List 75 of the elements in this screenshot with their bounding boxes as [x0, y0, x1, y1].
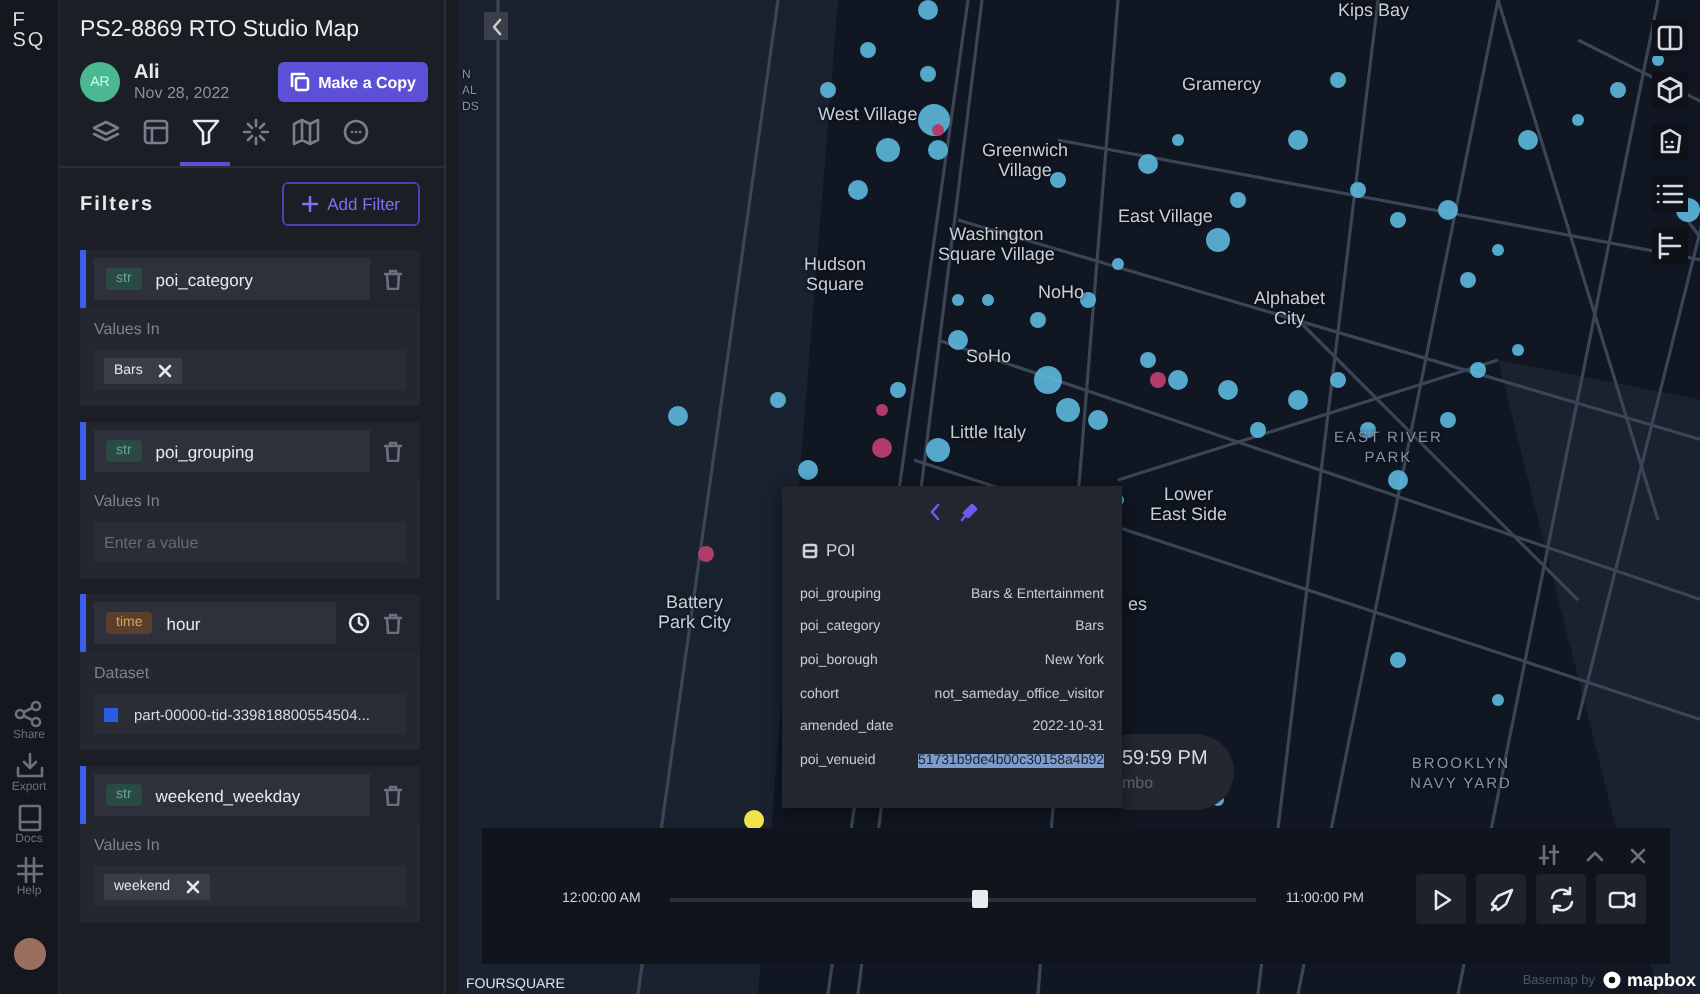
- overlay-text: mbo: [1122, 774, 1156, 792]
- mapbox-text: mapbox: [1626, 970, 1696, 990]
- map-tool-button[interactable]: [1652, 72, 1688, 108]
- filter-icon: [191, 118, 219, 146]
- sliders-icon[interactable]: [1538, 844, 1560, 866]
- chat-icon: [341, 118, 369, 146]
- plus-icon: [301, 196, 318, 212]
- map-tool-button[interactable]: [1652, 228, 1688, 264]
- date-text: Nov 28, 2022: [134, 84, 232, 102]
- field-label: Dataset: [94, 664, 152, 682]
- map-label: NoHo: [1038, 282, 1085, 302]
- map-label: Gramercy: [1182, 74, 1262, 94]
- overlay-time: 59:59 PM: [1122, 748, 1210, 770]
- map-tool-button[interactable]: [1652, 176, 1688, 212]
- download-icon: [15, 752, 43, 780]
- map-tool-button[interactable]: [1652, 20, 1688, 56]
- map-label: Alphabet City: [1254, 288, 1326, 328]
- field-label: Values In: [94, 492, 162, 510]
- trash-icon[interactable]: [382, 784, 404, 806]
- trash-icon[interactable]: [382, 440, 404, 462]
- bar-chart-icon: [1656, 232, 1684, 260]
- avatar[interactable]: [13, 938, 45, 970]
- timeline-button[interactable]: [1536, 874, 1586, 924]
- map-label: Battery Park City: [658, 592, 732, 632]
- map-label: Greenwich Village: [982, 140, 1069, 180]
- clock-icon[interactable]: [348, 612, 370, 634]
- book-icon: [15, 804, 43, 832]
- field-label: Values In: [94, 836, 162, 854]
- section-title: Filters: [80, 193, 155, 215]
- map-icon: [291, 118, 319, 146]
- map-label: Little Italy: [950, 422, 1027, 442]
- field-label: Values In: [94, 320, 162, 338]
- split-view-icon: [1656, 24, 1684, 52]
- layout-icon: [141, 118, 169, 146]
- copy-icon: [290, 72, 311, 92]
- field-name: weekend_weekday: [155, 785, 301, 805]
- cube-icon: [1656, 76, 1684, 104]
- legend-icon: [1656, 180, 1684, 208]
- field-name: hour: [166, 613, 201, 633]
- refresh-icon: [1547, 885, 1575, 913]
- map-label: East Village: [1118, 206, 1213, 226]
- slider-thumb[interactable]: [972, 889, 989, 907]
- map-label: es: [1128, 594, 1148, 614]
- map-label: Kips Bay: [1338, 0, 1410, 20]
- map-title: PS2-8869 RTO Studio Map: [80, 18, 362, 42]
- map-label: West Village: [818, 104, 918, 124]
- layers-icon: [91, 118, 119, 146]
- trash-icon[interactable]: [382, 268, 404, 290]
- collapse-button[interactable]: [484, 12, 508, 40]
- map-label: SoHo: [966, 346, 1012, 366]
- map-tool-button[interactable]: [1652, 124, 1688, 160]
- field-name: poi_grouping: [155, 441, 254, 461]
- add-filter-button[interactable]: Add Filter: [281, 182, 420, 226]
- chevron-up-icon[interactable]: [1586, 849, 1604, 861]
- map-label: Lower East Side: [1150, 484, 1228, 524]
- map-label: Hudson Square: [804, 254, 867, 294]
- field-name: poi_category: [155, 269, 253, 289]
- sparkle-icon: [241, 118, 269, 146]
- share-icon: [14, 700, 43, 728]
- placeholder-text: Enter a value: [104, 533, 199, 551]
- tooltip-title: POI: [826, 540, 856, 560]
- user-name: Ali: [134, 62, 162, 84]
- map-label: Washington Square Village: [938, 224, 1055, 264]
- chevron-left-icon: [489, 17, 503, 35]
- timeline-button[interactable]: [1596, 874, 1646, 924]
- chevron-left-icon[interactable]: [927, 502, 941, 522]
- pin-icon[interactable]: [959, 502, 977, 522]
- logo: F SQ: [12, 12, 46, 52]
- trash-icon[interactable]: [382, 612, 404, 634]
- make-copy-button[interactable]: Make a Copy: [278, 62, 428, 102]
- panel-tab[interactable]: [180, 118, 230, 166]
- timeline-button[interactable]: [1416, 874, 1466, 924]
- timeline-button[interactable]: [1476, 874, 1526, 924]
- close-icon[interactable]: [1630, 847, 1646, 863]
- rocket-icon: [1487, 885, 1515, 913]
